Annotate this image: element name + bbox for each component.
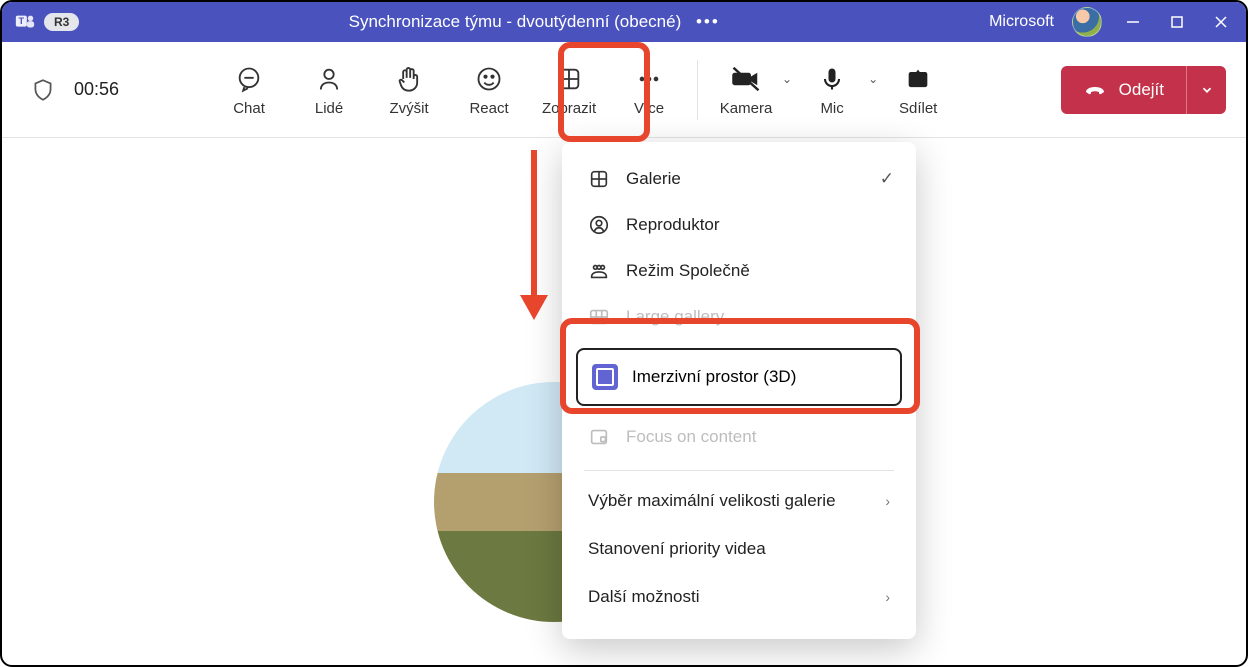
menu-label: Imerzivní prostor (3D)	[632, 367, 796, 387]
menu-divider	[584, 470, 894, 471]
leave-dropdown-button[interactable]	[1186, 66, 1226, 114]
chat-button[interactable]: Chat	[209, 60, 289, 117]
large-grid-icon	[588, 306, 610, 328]
grid-icon	[554, 64, 584, 94]
camera-chevron-icon[interactable]: ⌄	[782, 72, 792, 86]
react-button[interactable]: React	[449, 60, 529, 117]
menu-label: Další možnosti	[588, 587, 699, 607]
hand-icon	[394, 64, 424, 94]
focus-icon	[588, 426, 610, 448]
emoji-icon	[474, 64, 504, 94]
view-option-gallery-size[interactable]: Výběr maximální velikosti galerie ›	[562, 477, 916, 525]
menu-label: Large gallery	[626, 307, 724, 327]
title-more-icon[interactable]: •••	[696, 12, 720, 31]
menu-label: Stanovení priority videa	[588, 539, 766, 559]
menu-label: Výběr maximální velikosti galerie	[588, 491, 836, 511]
org-label: Microsoft	[989, 13, 1054, 31]
people-button[interactable]: Lidé	[289, 60, 369, 117]
shield-icon[interactable]	[30, 77, 56, 103]
together-icon	[588, 260, 610, 282]
share-label: Sdílet	[899, 100, 937, 117]
minimize-button[interactable]	[1120, 9, 1146, 35]
view-button[interactable]: Zobrazit	[529, 60, 609, 117]
meeting-toolbar: 00:56 Chat Lidé Zvýšit React Zobrazit	[2, 42, 1246, 138]
user-avatar[interactable]	[1072, 7, 1102, 37]
ellipsis-icon	[634, 64, 664, 94]
maximize-button[interactable]	[1164, 9, 1190, 35]
mic-label: Mic	[820, 100, 843, 117]
view-option-immersive-3d[interactable]: Imerzivní prostor (3D)	[576, 348, 902, 406]
react-label: React	[469, 100, 508, 117]
raise-hand-button[interactable]: Zvýšit	[369, 60, 449, 117]
close-button[interactable]	[1208, 9, 1234, 35]
leave-button[interactable]: Odejít	[1061, 66, 1186, 114]
view-option-video-priority[interactable]: Stanovení priority videa	[562, 525, 916, 573]
camera-label: Kamera	[720, 100, 773, 117]
share-button[interactable]: Sdílet	[878, 60, 958, 117]
chat-icon	[234, 64, 264, 94]
call-timer: 00:56	[74, 79, 119, 100]
people-label: Lidé	[315, 100, 343, 117]
view-option-speaker[interactable]: Reproduktor	[562, 202, 916, 248]
more-label: Více	[634, 100, 664, 117]
raise-label: Zvýšit	[389, 100, 428, 117]
view-option-together[interactable]: Režim Společně	[562, 248, 916, 294]
view-option-more[interactable]: Další možnosti ›	[562, 573, 916, 621]
chat-label: Chat	[233, 100, 265, 117]
view-option-focus: Focus on content	[562, 414, 916, 460]
ring-badge: R3	[44, 13, 79, 31]
leave-label: Odejít	[1119, 80, 1164, 100]
view-option-gallery[interactable]: Galerie ✓	[562, 156, 916, 202]
chevron-right-icon: ›	[885, 589, 890, 605]
menu-label: Režim Společně	[626, 261, 750, 281]
view-option-large-gallery: Large gallery	[562, 294, 916, 340]
check-icon: ✓	[880, 169, 894, 189]
grid-icon	[588, 168, 610, 190]
svg-text:T: T	[19, 16, 25, 26]
camera-button[interactable]: Kamera	[706, 60, 786, 117]
people-icon	[314, 64, 344, 94]
menu-label: Focus on content	[626, 427, 756, 447]
camera-off-icon	[731, 64, 761, 94]
title-bar: T R3 Synchronizace týmu - dvoutýdenní (o…	[2, 2, 1246, 42]
share-icon	[903, 64, 933, 94]
hangup-icon	[1083, 78, 1107, 102]
toolbar-divider	[697, 60, 698, 120]
chevron-right-icon: ›	[885, 493, 890, 509]
mic-icon	[817, 64, 847, 94]
speaker-icon	[588, 214, 610, 236]
menu-label: Reproduktor	[626, 215, 720, 235]
more-button[interactable]: Více	[609, 60, 689, 117]
view-dropdown: Galerie ✓ Reproduktor Režim Společně Lar…	[562, 142, 916, 639]
mic-chevron-icon[interactable]: ⌄	[868, 72, 878, 86]
menu-label: Galerie	[626, 169, 681, 189]
meeting-title: Synchronizace týmu - dvoutýdenní (obecné…	[349, 12, 682, 31]
teams-icon: T	[14, 11, 36, 33]
immersive-icon	[592, 364, 618, 390]
mic-button[interactable]: Mic	[792, 60, 872, 117]
view-label: Zobrazit	[542, 100, 596, 117]
